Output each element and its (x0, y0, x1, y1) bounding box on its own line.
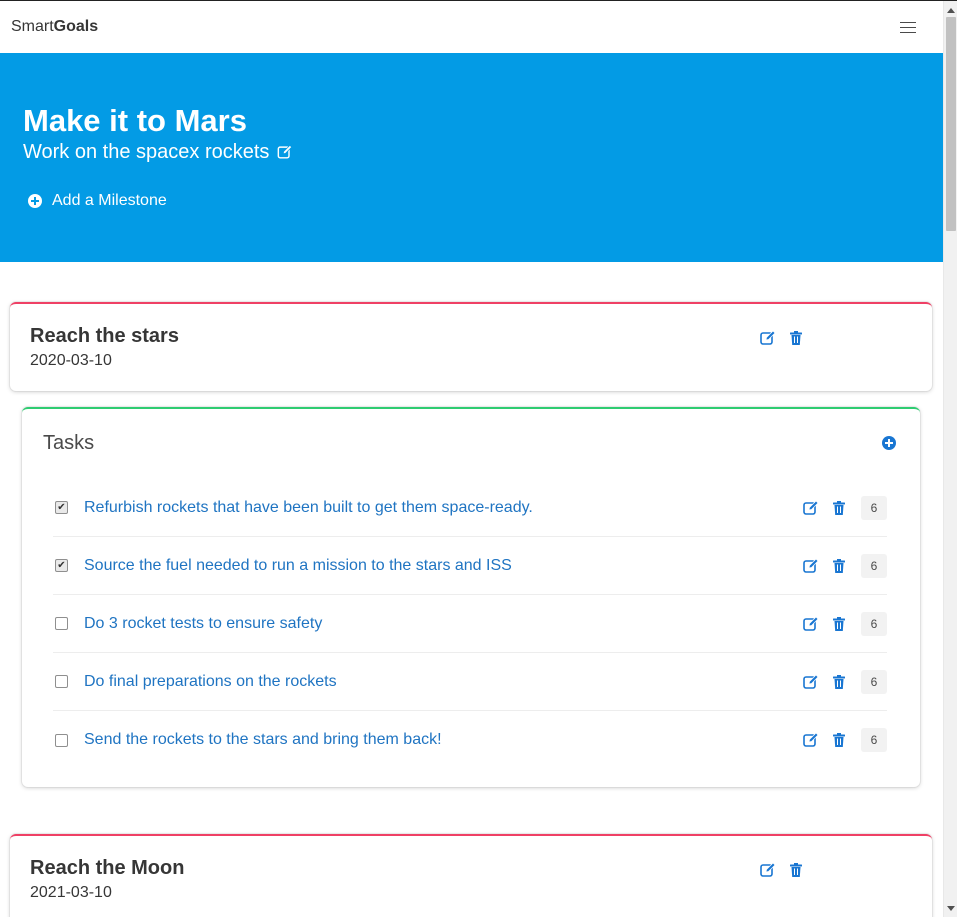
task-checkbox[interactable] (55, 733, 68, 747)
task-count-tag: 6 (861, 611, 887, 636)
task-label[interactable]: Do final preparations on the rockets (84, 673, 803, 691)
hamburger-menu-icon[interactable] (900, 17, 926, 37)
task-checkbox[interactable]: ✔ (55, 559, 68, 572)
task-list: ✔ Refurbish rockets that have been built… (53, 479, 887, 769)
page: Smart Goals Make it to Mars Work on the s… (0, 1, 943, 917)
scroll-down-arrow-icon[interactable] (944, 901, 957, 915)
delete-trash-icon[interactable] (788, 862, 804, 878)
vertical-scrollbar[interactable] (943, 1, 957, 917)
milestone-card: Reach the Moon 2021-03-10 (10, 834, 932, 917)
delete-trash-icon[interactable] (831, 558, 847, 574)
task-row: Do final preparations on the rockets 6 (53, 653, 887, 711)
delete-trash-icon[interactable] (831, 674, 847, 690)
brand-logo[interactable]: Smart Goals (11, 18, 98, 36)
task-label[interactable]: Send the rockets to the stars and bring … (84, 731, 803, 749)
goal-hero: Make it to Mars Work on the spacex rocke… (0, 53, 943, 262)
goal-subtitle-row: Work on the spacex rockets (23, 141, 920, 164)
edit-icon[interactable] (803, 558, 819, 574)
edit-goal-icon[interactable] (277, 144, 295, 162)
edit-icon[interactable] (803, 674, 819, 690)
scroll-up-arrow-icon[interactable] (944, 3, 957, 17)
task-row: Send the rockets to the stars and bring … (53, 711, 887, 769)
plus-circle-icon (28, 194, 42, 208)
task-count-tag: 6 (861, 495, 887, 520)
scrollbar-thumb[interactable] (946, 17, 956, 231)
edit-icon[interactable] (760, 862, 776, 878)
task-checkbox[interactable] (55, 617, 68, 630)
task-actions: 6 (803, 611, 887, 636)
milestone-actions (760, 862, 804, 878)
brand-light: Smart (11, 18, 54, 35)
brand-bold: Goals (53, 18, 99, 35)
milestone-date: 2020-03-10 (30, 352, 112, 369)
task-row: ✔ Refurbish rockets that have been built… (53, 479, 887, 537)
task-actions: 6 (803, 495, 887, 520)
delete-trash-icon[interactable] (831, 616, 847, 632)
edit-icon[interactable] (803, 616, 819, 632)
delete-trash-icon[interactable] (788, 330, 804, 346)
task-count-tag: 6 (861, 728, 887, 752)
goal-subtitle: Work on the spacex rockets (23, 141, 270, 163)
add-milestone-button[interactable]: Add a Milestone (23, 192, 920, 210)
goal-title: Make it to Mars (23, 103, 247, 138)
task-label[interactable]: Do 3 rocket tests to ensure safety (84, 615, 803, 633)
task-row: ✔ Source the fuel needed to run a missio… (53, 537, 887, 595)
task-label[interactable]: Refurbish rockets that have been built t… (84, 499, 803, 517)
milestone-date: 2021-03-10 (30, 884, 112, 901)
task-row: Do 3 rocket tests to ensure safety 6 (53, 595, 887, 653)
task-checkbox[interactable]: ✔ (55, 501, 68, 514)
task-count-tag: 6 (861, 553, 887, 578)
add-task-icon[interactable] (882, 436, 896, 450)
milestone-card: Reach the stars 2020-03-10 (10, 302, 932, 391)
edit-icon[interactable] (803, 732, 819, 748)
delete-trash-icon[interactable] (831, 500, 847, 516)
edit-icon[interactable] (803, 500, 819, 516)
milestone-actions (760, 330, 804, 346)
edit-icon[interactable] (760, 330, 776, 346)
tasks-heading: Tasks (43, 432, 95, 454)
task-label[interactable]: Source the fuel needed to run a mission … (84, 557, 803, 575)
task-actions: 6 (803, 728, 887, 752)
delete-trash-icon[interactable] (831, 732, 847, 748)
task-actions: 6 (803, 553, 887, 578)
task-checkbox[interactable] (55, 675, 68, 688)
task-actions: 6 (803, 669, 887, 694)
add-milestone-label: Add a Milestone (52, 192, 167, 209)
navbar: Smart Goals (0, 1, 943, 53)
task-count-tag: 6 (861, 669, 887, 694)
tasks-card: Tasks ✔ Refurbish rockets that have been… (22, 407, 920, 787)
